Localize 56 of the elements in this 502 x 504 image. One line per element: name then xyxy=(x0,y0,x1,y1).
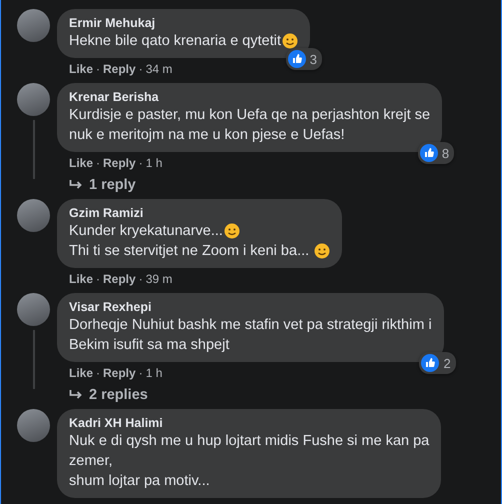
comment-text: Hekne bile qato krenaria e qytetit xyxy=(69,32,281,51)
reaction-count: 8 xyxy=(442,146,450,160)
comment-time[interactable]: 39 m xyxy=(146,271,172,287)
reaction-count: 3 xyxy=(310,52,317,66)
avatar-photo-placeholder[interactable] xyxy=(17,409,50,442)
comment-text: Thi ti se stervitjet ne Zoom i keni ba... xyxy=(69,242,310,261)
emoji-face-icon xyxy=(282,33,298,49)
avatar-photo-placeholder[interactable] xyxy=(17,293,50,326)
comment-time[interactable]: 1 h xyxy=(146,365,162,381)
reaction-count: 2 xyxy=(443,356,451,370)
comment-text: Kunder kryekatunarve... xyxy=(69,222,223,241)
separator-dot: · xyxy=(96,365,100,381)
reaction-badge[interactable]: 2 xyxy=(419,352,456,374)
comment-time[interactable]: 34 m xyxy=(146,61,172,77)
reply-arrow-icon xyxy=(69,389,83,401)
comment-text: Kurdisje e paster, mu kon Uefa qe na perjashton krejt se xyxy=(69,106,430,125)
separator-dot: · xyxy=(138,155,143,171)
commenter-name[interactable]: Kadri XH Halimi xyxy=(69,415,430,431)
reply-link[interactable]: Reply xyxy=(103,365,136,381)
separator-dot: · xyxy=(96,271,100,287)
separator-dot: · xyxy=(138,271,143,287)
like-icon xyxy=(288,50,306,68)
comment-text: Nuk e di qysh me u hup lojtart midis Fushe si me kan pa xyxy=(69,432,430,451)
like-link[interactable]: Like xyxy=(69,271,94,287)
commenter-name[interactable]: Visar Rexhepi xyxy=(69,299,432,315)
reaction-badge[interactable]: 8 xyxy=(418,142,454,164)
like-link[interactable]: Like xyxy=(69,155,94,171)
avatar-photo-placeholder[interactable] xyxy=(17,199,50,232)
reply-link[interactable]: Reply xyxy=(103,271,136,287)
like-icon xyxy=(420,144,438,162)
comment-text: zemer, xyxy=(69,452,113,471)
separator-dot: · xyxy=(96,155,100,171)
reaction-badge[interactable]: 3 xyxy=(286,48,322,70)
separator-dot: · xyxy=(96,61,100,77)
commenter-name[interactable]: Ermir Mehukaj xyxy=(69,15,298,31)
like-link[interactable]: Like xyxy=(69,61,94,77)
comment-text: shum lojtar pa motiv... xyxy=(69,472,210,491)
reply-link[interactable]: Reply xyxy=(103,61,136,77)
reply-link[interactable]: Reply xyxy=(103,155,136,171)
avatar-photo-placeholder[interactable] xyxy=(17,9,50,42)
comment-time[interactable]: 1 h xyxy=(146,155,162,171)
separator-dot: · xyxy=(138,61,143,77)
emoji-face-icon xyxy=(224,223,240,239)
comment-text: Bekim isufit sa ma shpejt xyxy=(69,336,230,355)
like-icon xyxy=(421,354,440,372)
avatar-photo-placeholder[interactable] xyxy=(17,83,50,116)
comment-text: nuk e meritojm na me u kon pjese e Uefas! xyxy=(69,126,345,145)
reply-arrow-icon xyxy=(69,179,83,191)
emoji-face-icon xyxy=(314,243,330,259)
like-link[interactable]: Like xyxy=(69,365,94,381)
commenter-name[interactable]: Krenar Berisha xyxy=(69,89,430,105)
view-replies-link[interactable]: 2 replies xyxy=(69,387,148,403)
view-replies-link[interactable]: 1 reply xyxy=(69,177,136,193)
comment-text: Dorheqje Nuhiut bashk me stafin vet pa strategji rikthim i xyxy=(69,316,432,335)
commenter-name[interactable]: Gzim Ramizi xyxy=(69,205,330,221)
separator-dot: · xyxy=(138,365,143,381)
